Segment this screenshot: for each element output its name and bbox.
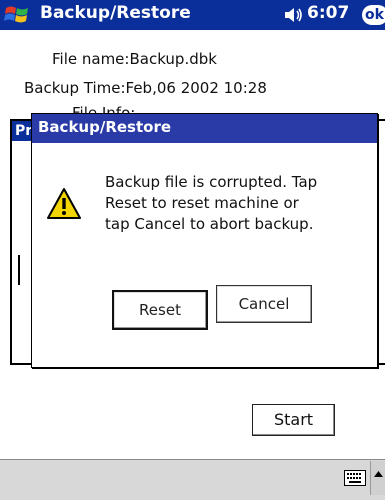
dialog-message-line: Reset to reset machine or bbox=[105, 194, 299, 212]
dialog-title: Backup/Restore bbox=[38, 118, 172, 136]
cancel-button[interactable]: Cancel bbox=[216, 285, 312, 323]
command-bar bbox=[0, 459, 385, 500]
dialog-title-bar: Backup/Restore bbox=[32, 114, 377, 143]
reset-button[interactable]: Reset bbox=[112, 290, 208, 330]
file-name-text: File name:Backup.dbk bbox=[52, 50, 217, 68]
error-dialog: Backup/Restore Backup file is corrupted.… bbox=[31, 113, 378, 368]
speaker-icon[interactable] bbox=[283, 7, 303, 23]
ok-button[interactable]: ok bbox=[362, 5, 385, 25]
start-button[interactable]: Start bbox=[252, 404, 335, 436]
title-bar: Backup/Restore 6:07 ok bbox=[0, 0, 385, 30]
backup-time-text: Backup Time:Feb,06 2002 10:28 bbox=[24, 79, 267, 97]
warning-icon bbox=[47, 188, 81, 219]
background-divider bbox=[18, 255, 21, 285]
input-panel-toggle[interactable] bbox=[370, 461, 385, 495]
clock[interactable]: 6:07 bbox=[307, 3, 349, 23]
up-arrow-icon bbox=[374, 471, 383, 477]
dialog-message-line: Backup file is corrupted. Tap bbox=[105, 173, 318, 191]
dialog-message: Backup file is corrupted. Tap Reset to r… bbox=[105, 172, 375, 235]
app-title: Backup/Restore bbox=[40, 3, 191, 23]
dialog-message-line: tap Cancel to abort backup. bbox=[105, 215, 314, 233]
keyboard-icon[interactable] bbox=[344, 470, 366, 486]
windows-flag-icon[interactable] bbox=[4, 4, 30, 26]
